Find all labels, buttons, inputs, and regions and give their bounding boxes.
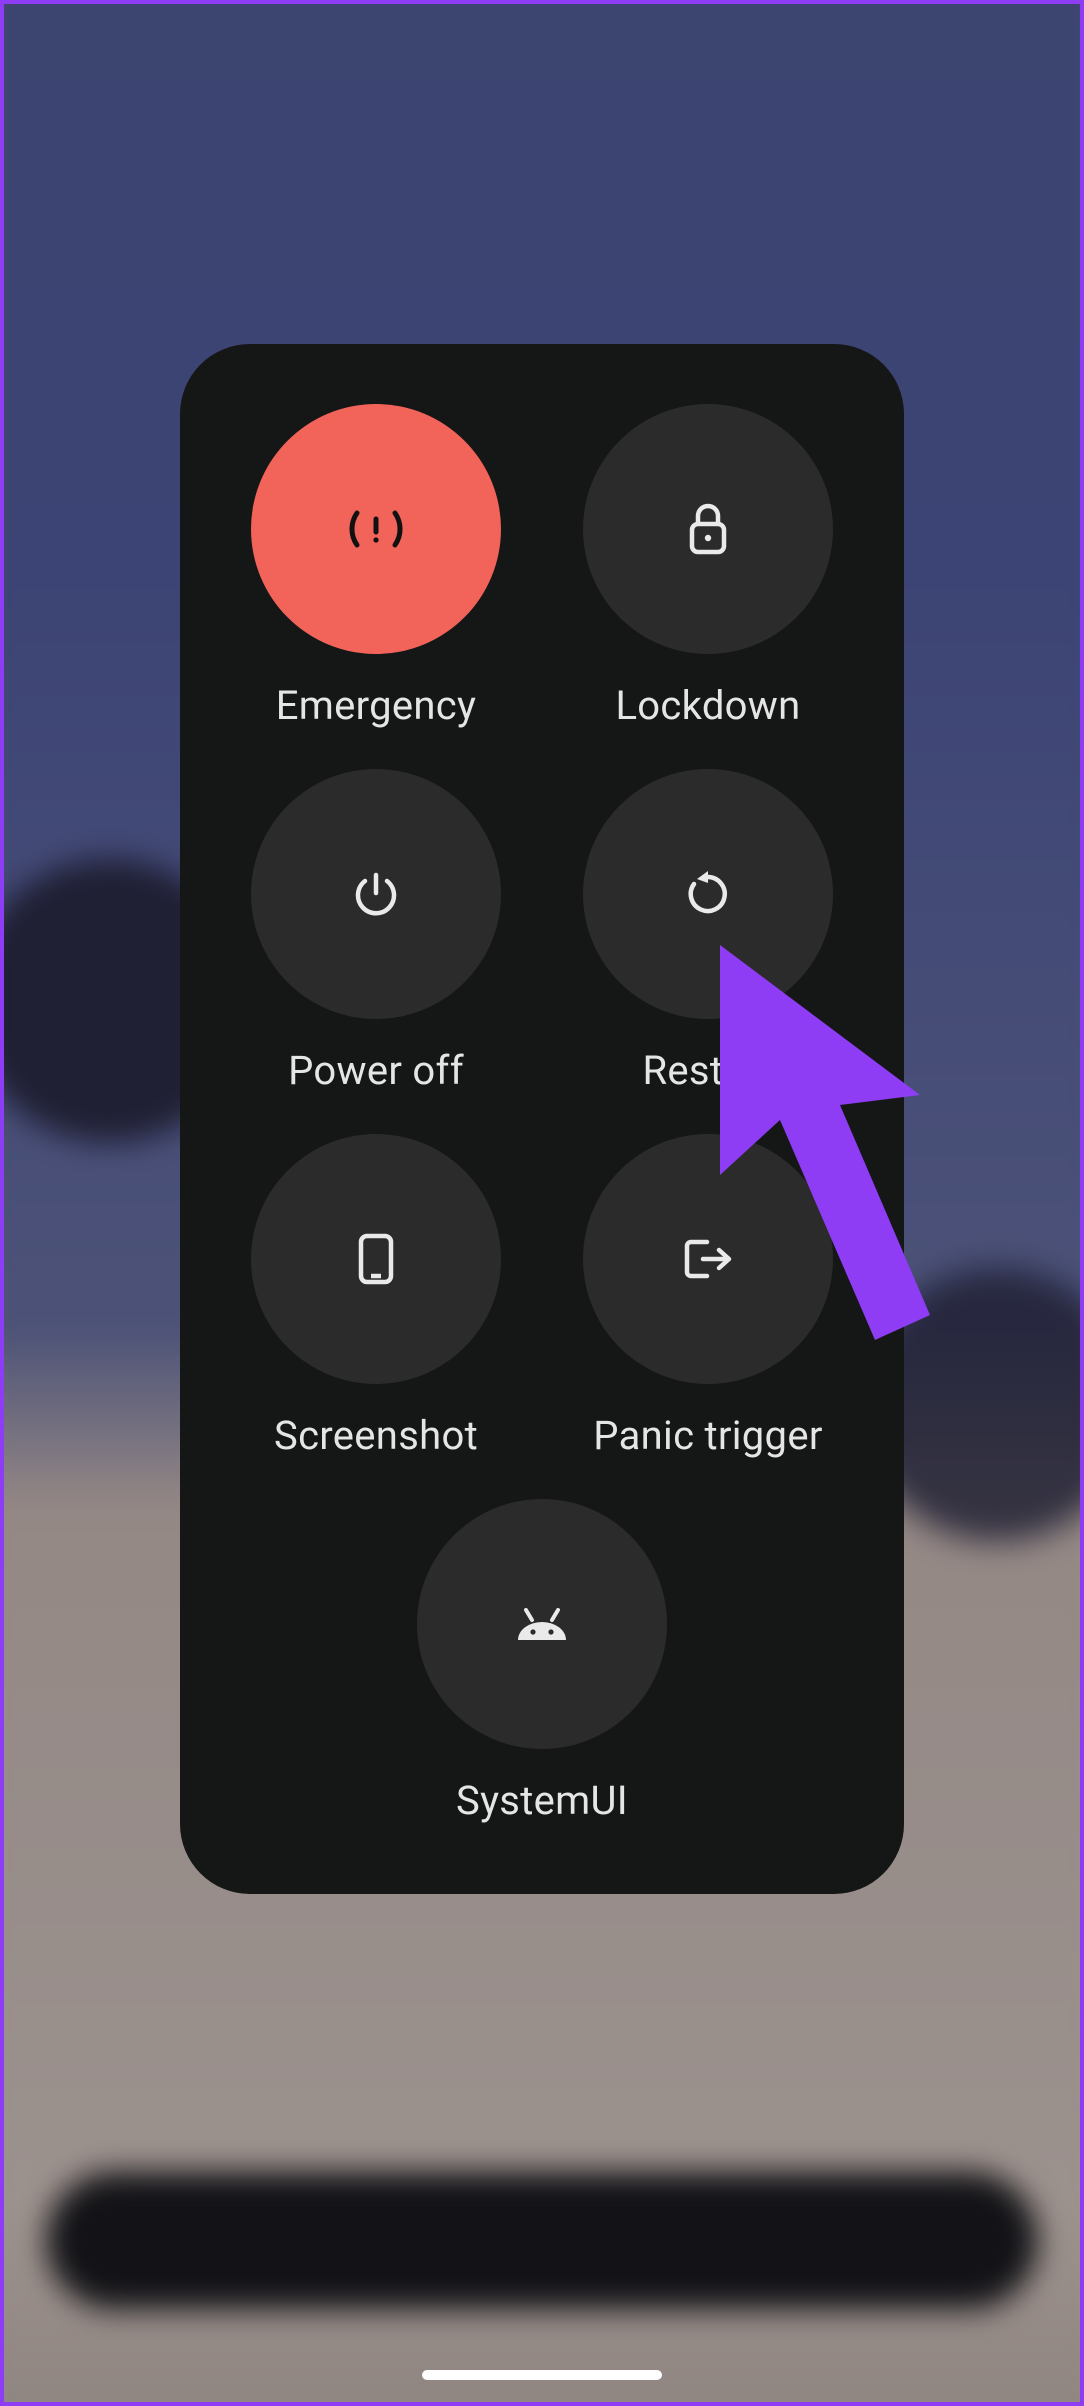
exit-icon (681, 1234, 735, 1284)
power-icon (351, 869, 401, 919)
gesture-nav-pill[interactable] (422, 2370, 662, 2380)
power-item-lockdown[interactable]: Lockdown (552, 404, 864, 729)
power-item-poweroff[interactable]: Power off (220, 769, 532, 1094)
lockdown-label: Lockdown (615, 682, 800, 729)
lock-icon (684, 500, 732, 558)
emergency-icon (343, 504, 409, 554)
power-item-systemui[interactable]: SystemUI (220, 1499, 864, 1824)
panic-label: Panic trigger (593, 1412, 822, 1459)
systemui-button[interactable] (417, 1499, 667, 1749)
restart-icon (683, 869, 733, 919)
restart-label: Restart (642, 1047, 773, 1094)
screenshot-icon (355, 1230, 397, 1288)
android-icon (514, 1606, 570, 1642)
power-menu-grid: Emergency Lockdown (220, 404, 864, 1824)
power-item-panic[interactable]: Panic trigger (552, 1134, 864, 1459)
power-menu-panel: Emergency Lockdown (180, 344, 904, 1894)
poweroff-label: Power off (288, 1047, 464, 1094)
power-item-restart[interactable]: Restart (552, 769, 864, 1094)
poweroff-button[interactable] (251, 769, 501, 1019)
lockdown-button[interactable] (583, 404, 833, 654)
screenshot-button[interactable] (251, 1134, 501, 1384)
power-item-screenshot[interactable]: Screenshot (220, 1134, 532, 1459)
emergency-label: Emergency (276, 682, 477, 729)
panic-button[interactable] (583, 1134, 833, 1384)
emergency-button[interactable] (251, 404, 501, 654)
power-item-emergency[interactable]: Emergency (220, 404, 532, 729)
screenshot-label: Screenshot (274, 1412, 478, 1459)
systemui-label: SystemUI (456, 1777, 628, 1824)
restart-button[interactable] (583, 769, 833, 1019)
